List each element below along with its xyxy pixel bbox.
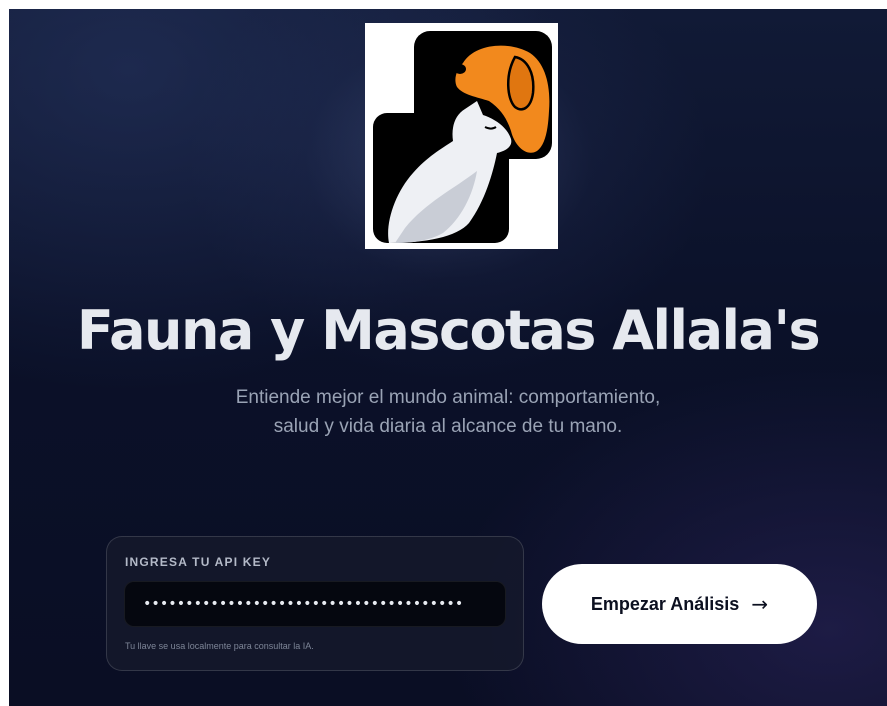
- api-key-card: INGRESA TU API KEY Tu llave se usa local…: [106, 536, 524, 671]
- subtitle-line-2: salud y vida diaria al alcance de tu man…: [273, 416, 623, 437]
- api-key-input[interactable]: [124, 581, 506, 627]
- start-analysis-label: Empezar Análisis: [590, 593, 740, 614]
- page-title: Fauna y Mascotas Allala's: [76, 299, 821, 362]
- arrow-right-icon: →: [751, 592, 769, 616]
- start-analysis-button[interactable]: Empezar Análisis →: [542, 564, 817, 644]
- dog-and-cat-logo: [365, 23, 558, 249]
- api-key-hint: Tu llave se usa localmente para consulta…: [125, 641, 314, 651]
- landing-screen: Fauna y Mascotas Allala's Entiende mejor…: [9, 9, 887, 706]
- logo-graphic: [373, 31, 552, 243]
- page-subtitle: Entiende mejor el mundo animal: comporta…: [9, 383, 887, 441]
- api-key-label: INGRESA TU API KEY: [125, 555, 272, 569]
- subtitle-line-1: Entiende mejor el mundo animal: comporta…: [235, 387, 661, 408]
